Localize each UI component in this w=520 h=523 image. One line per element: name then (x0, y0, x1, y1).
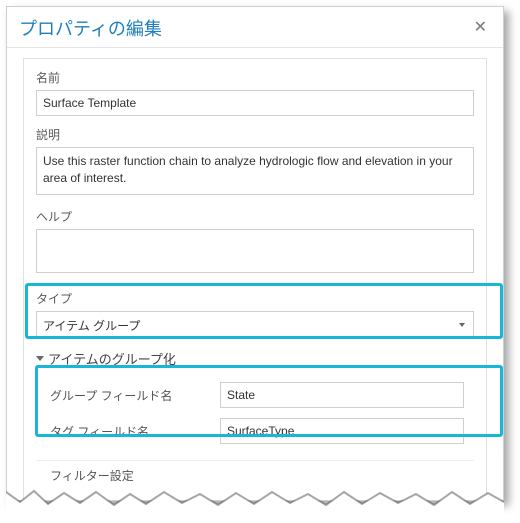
type-label: タイプ (36, 290, 474, 307)
caret-down-icon (36, 356, 44, 361)
help-label: ヘルプ (36, 208, 474, 225)
grouping-subpanel: グループ フィールド名 タグ フィールド名 (36, 374, 474, 460)
filter-section-label: フィルター設定 (36, 460, 474, 486)
tag-field-label: タグ フィールド名 (50, 423, 220, 440)
chevron-down-icon (459, 323, 465, 327)
edit-properties-dialog: プロパティの編集 ✕ 名前 説明 ヘルプ タイプ アイテム グループ (6, 6, 504, 501)
dialog-header: プロパティの編集 ✕ (7, 7, 503, 48)
description-input[interactable] (36, 147, 474, 195)
name-label: 名前 (36, 69, 474, 86)
close-icon: ✕ (474, 19, 487, 36)
help-input[interactable] (36, 229, 474, 273)
form-panel: 名前 説明 ヘルプ タイプ アイテム グループ アイテムのグループ (23, 58, 487, 501)
group-field-row: グループ フィールド名 (50, 382, 464, 408)
name-field-group: 名前 (36, 69, 474, 116)
dialog-title: プロパティの編集 (19, 15, 162, 41)
description-label: 説明 (36, 126, 474, 143)
grouping-section-label: アイテムのグループ化 (48, 349, 176, 368)
grouping-section-header[interactable]: アイテムのグループ化 (36, 349, 474, 368)
type-selected-value: アイテム グループ (43, 317, 140, 334)
form-body: 名前 説明 ヘルプ タイプ アイテム グループ アイテムのグループ (7, 48, 503, 501)
name-input[interactable] (36, 90, 474, 116)
group-field-input[interactable] (220, 382, 464, 408)
close-button[interactable]: ✕ (470, 18, 491, 38)
type-field-group: タイプ アイテム グループ (36, 290, 474, 339)
tag-field-row: タグ フィールド名 (50, 418, 464, 444)
group-field-label: グループ フィールド名 (50, 387, 220, 404)
tag-field-input[interactable] (220, 418, 464, 444)
help-field-group: ヘルプ (36, 208, 474, 276)
description-field-group: 説明 (36, 126, 474, 198)
type-dropdown[interactable]: アイテム グループ (36, 311, 474, 339)
